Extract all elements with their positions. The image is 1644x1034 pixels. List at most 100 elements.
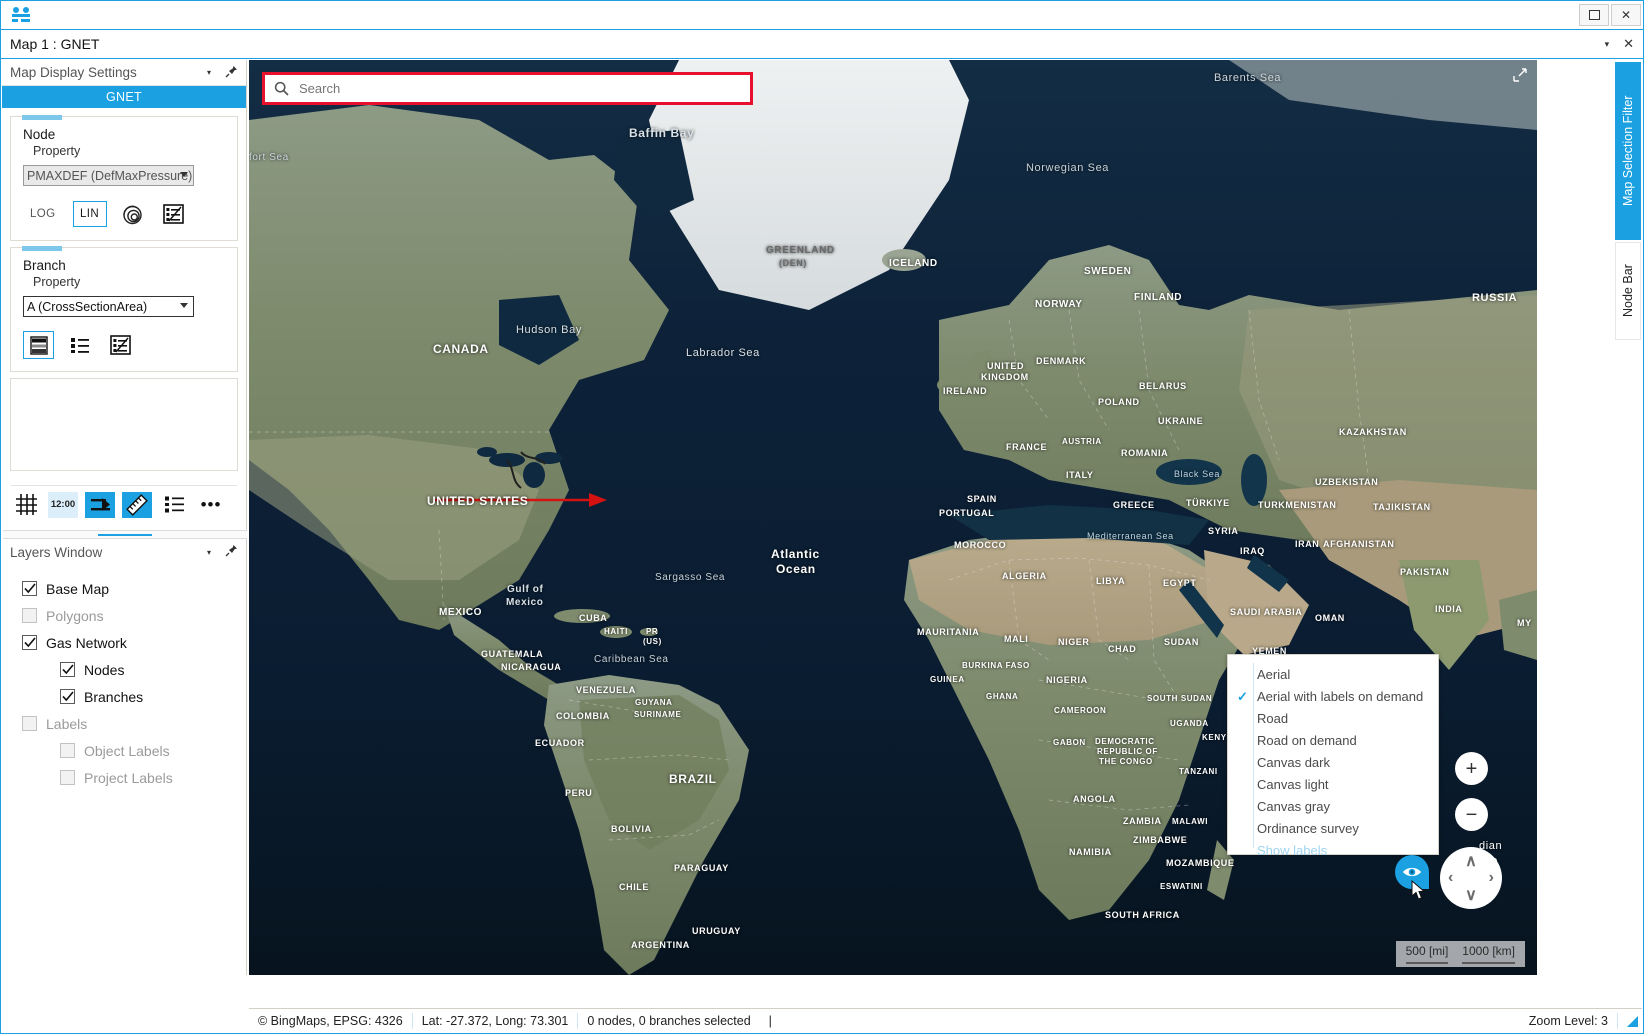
expand-arrow-icon[interactable]	[1513, 68, 1527, 85]
zoom-in-button[interactable]: +	[1455, 752, 1488, 785]
node-legend-edit-icon[interactable]	[158, 200, 189, 228]
right-tab-strip: Map Selection Filter Node Bar	[1614, 60, 1642, 975]
layer-checkbox[interactable]	[60, 770, 75, 785]
tab-map-selection-filter[interactable]: Map Selection Filter	[1615, 62, 1641, 240]
basemap-menu-item-label: Aerial	[1257, 667, 1290, 682]
status-bar: © BingMaps, EPSG: 4326 Lat: -27.372, Lon…	[249, 1008, 1642, 1032]
basemap-menu-item-label: Road	[1257, 711, 1288, 726]
map-display-settings-header: Map Display Settings ▾	[2, 60, 246, 86]
chevron-down-icon[interactable]: ▾	[207, 548, 211, 557]
layer-row[interactable]: Branches	[22, 683, 246, 710]
node-property-select[interactable]: PMAXDEF (DefMaxPressure)	[23, 165, 194, 186]
map-search-box[interactable]	[262, 72, 753, 105]
layer-label: Branches	[84, 689, 143, 705]
status-bar-left-fill	[2, 1008, 248, 1032]
basemap-menu-item[interactable]: Canvas dark	[1228, 751, 1438, 773]
basemap-menu-item[interactable]: ✓ Aerial with labels on demand	[1228, 685, 1438, 707]
ruler-icon[interactable]	[122, 492, 152, 518]
document-tab-bar: Map 1 : GNET ▾ ✕	[1, 30, 1643, 59]
basemap-menu-item[interactable]: Canvas gray	[1228, 795, 1438, 817]
search-input[interactable]	[299, 81, 750, 96]
basemap-menu-item-label: Road on demand	[1257, 733, 1357, 748]
layer-checkbox[interactable]	[22, 581, 37, 596]
basemap-menu-item-label: Aerial with labels on demand	[1257, 689, 1423, 704]
pin-icon[interactable]	[225, 544, 238, 560]
branch-property-select[interactable]: A (CrossSectionArea)	[23, 296, 194, 317]
basemap-menu-item[interactable]: Ordinance survey	[1228, 817, 1438, 839]
branch-group-title: Branch	[23, 258, 225, 273]
layer-label: Base Map	[46, 581, 109, 597]
layer-row[interactable]: Project Labels	[22, 764, 246, 791]
close-window-button[interactable]: ✕	[1611, 4, 1641, 26]
basemap-menu-item[interactable]: Aerial	[1228, 663, 1438, 685]
clock-icon[interactable]: 12:00	[48, 492, 78, 518]
node-button-row: LOG LIN	[23, 200, 225, 228]
eye-icon[interactable]	[1395, 855, 1429, 889]
layer-row[interactable]: Polygons	[22, 602, 246, 629]
tab-node-bar[interactable]: Node Bar	[1615, 242, 1641, 340]
node-group: Node Property PMAXDEF (DefMaxPressure) L…	[10, 116, 238, 241]
document-tab-close-icon[interactable]: ✕	[1623, 36, 1634, 52]
map-viewport[interactable]: Barents SeaBaffin BayNorwegian SeaGREENL…	[249, 60, 1537, 975]
layer-checkbox[interactable]	[22, 716, 37, 731]
pan-control[interactable]: ∧ ∨ ‹ ›	[1440, 847, 1502, 909]
layer-label: Project Labels	[84, 770, 173, 786]
grid-icon[interactable]	[11, 492, 41, 518]
basemap-selection-menu[interactable]: Aerial ✓ Aerial with labels on demand Road R…	[1227, 654, 1439, 855]
branch-gradient-icon[interactable]	[23, 331, 54, 359]
pan-down-button[interactable]: ∨	[1465, 885, 1477, 905]
legend-list-icon[interactable]	[159, 492, 189, 518]
node-scale-log-button[interactable]: LOG	[23, 201, 63, 227]
branch-property-label: Property	[33, 275, 225, 289]
flow-direction-icon[interactable]	[85, 492, 115, 518]
layer-row[interactable]: Base Map	[22, 575, 246, 602]
document-tab-chevron-icon[interactable]: ▾	[1605, 39, 1610, 50]
layer-checkbox[interactable]	[60, 662, 75, 677]
basemap-menu-item[interactable]: Road	[1228, 707, 1438, 729]
pan-right-button[interactable]: ›	[1489, 869, 1494, 887]
basemap-menu-item[interactable]: Canvas light	[1228, 773, 1438, 795]
search-icon	[274, 81, 289, 96]
settings-empty-area	[10, 378, 238, 471]
node-scale-lin-button[interactable]: LIN	[73, 201, 107, 227]
resize-grip[interactable]	[1626, 1015, 1638, 1027]
layer-row[interactable]: Gas Network	[22, 629, 246, 656]
branch-legend-edit-icon[interactable]	[105, 331, 136, 359]
layer-checkbox[interactable]	[22, 635, 37, 650]
layer-label: Labels	[46, 716, 87, 732]
pan-left-button[interactable]: ‹	[1448, 869, 1453, 887]
layer-checkbox[interactable]	[60, 743, 75, 758]
cursor-coordinates: Lat: -27.372, Long: 73.301	[413, 1013, 579, 1029]
layer-list: Base Map PolygonsGas Network Nodes Branches…	[2, 565, 246, 791]
basemap-menu-list: Aerial ✓ Aerial with labels on demand Road R…	[1228, 663, 1438, 861]
pan-up-button[interactable]: ∧	[1465, 851, 1477, 871]
layer-label: Nodes	[84, 662, 124, 678]
layer-row[interactable]: Nodes	[22, 656, 246, 683]
document-tab-title[interactable]: Map 1 : GNET	[10, 36, 99, 52]
panel-splitter[interactable]	[3, 530, 247, 539]
node-bubble-icon[interactable]	[117, 200, 148, 228]
pin-icon[interactable]	[225, 65, 238, 81]
restore-window-button[interactable]	[1579, 4, 1609, 26]
node-property-select-wrap: PMAXDEF (DefMaxPressure)	[23, 165, 194, 186]
branch-list-icon[interactable]	[64, 331, 95, 359]
tab-gnet[interactable]: GNET	[2, 86, 246, 108]
basemap-menu-item-label: Show labels	[1257, 843, 1327, 858]
scale-bar: 500 [mi] 1000 [km]	[1396, 941, 1525, 967]
layer-row[interactable]: Labels	[22, 710, 246, 737]
node-group-title: Node	[23, 127, 225, 142]
basemap-menu-item-label: Ordinance survey	[1257, 821, 1359, 836]
layer-checkbox[interactable]	[22, 608, 37, 623]
map-attribution: © BingMaps, EPSG: 4326	[249, 1013, 413, 1029]
zoom-out-button[interactable]: −	[1455, 798, 1488, 831]
app-logo-icon	[6, 3, 36, 27]
chevron-down-icon[interactable]: ▾	[207, 68, 211, 77]
layer-checkbox[interactable]	[60, 689, 75, 704]
scale-kilometers: 1000 [km]	[1462, 944, 1515, 964]
basemap-menu-item-label: Canvas light	[1257, 777, 1329, 792]
layer-row[interactable]: Object Labels	[22, 737, 246, 764]
layer-label: Object Labels	[84, 743, 170, 759]
basemap-menu-item[interactable]: Road on demand	[1228, 729, 1438, 751]
check-icon: ✓	[1237, 689, 1248, 705]
more-options-icon[interactable]: •••	[196, 492, 226, 518]
